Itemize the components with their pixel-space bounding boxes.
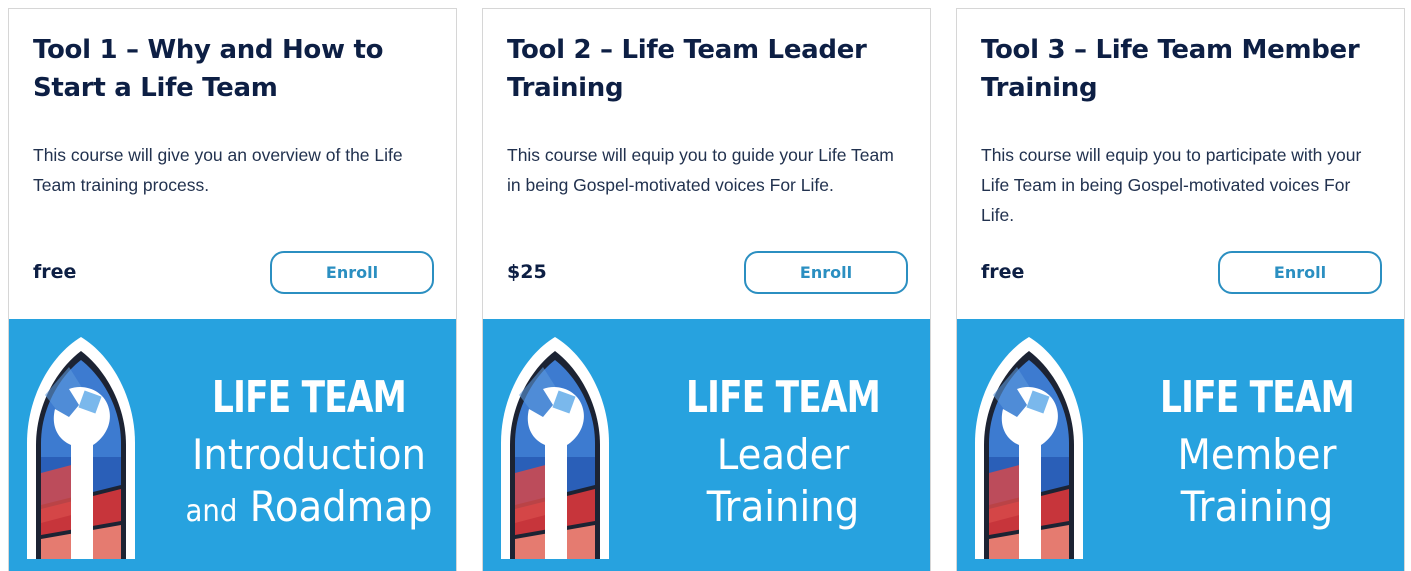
course-card-body: Tool 1 – Why and How to Start a Life Tea… bbox=[9, 9, 456, 319]
life-team-logo-icon bbox=[975, 337, 1083, 559]
course-description: This course will equip you to participat… bbox=[981, 145, 1362, 225]
course-card-body: Tool 3 – Life Team Member Training This … bbox=[957, 9, 1404, 319]
banner-subtitle-line-2: Training bbox=[1119, 481, 1395, 538]
enroll-button[interactable]: Enroll bbox=[744, 251, 908, 294]
enroll-button[interactable]: Enroll bbox=[1218, 251, 1382, 294]
course-banner-image: LIFE TEAM Leader Training bbox=[483, 319, 930, 571]
course-description: This course will give you an overview of… bbox=[33, 145, 403, 195]
life-team-logo-icon bbox=[501, 337, 609, 559]
course-banner-image: LIFE TEAM Introduction and Roadmap bbox=[9, 319, 456, 571]
course-price: $25 bbox=[507, 261, 547, 283]
enroll-button[interactable]: Enroll bbox=[270, 251, 434, 294]
course-description: This course will equip you to guide your… bbox=[507, 145, 894, 195]
banner-heading: LIFE TEAM bbox=[685, 372, 881, 423]
course-card: Tool 1 – Why and How to Start a Life Tea… bbox=[8, 8, 457, 571]
banner-subtitle-line-2: and Roadmap bbox=[171, 481, 447, 538]
course-price: free bbox=[33, 261, 77, 283]
banner-subtitle-spacer bbox=[237, 482, 249, 531]
banner-subtitle-line-1: Leader bbox=[716, 430, 850, 479]
course-title: Tool 2 – Life Team Leader Training bbox=[507, 35, 867, 103]
course-price: free bbox=[981, 261, 1025, 283]
course-card-body: Tool 2 – Life Team Leader Training This … bbox=[483, 9, 930, 319]
banner-heading: LIFE TEAM bbox=[211, 372, 407, 423]
course-title: Tool 1 – Why and How to Start a Life Tea… bbox=[33, 35, 384, 103]
banner-subtitle-line-1: Member bbox=[1177, 430, 1337, 479]
course-card: Tool 3 – Life Team Member Training This … bbox=[956, 8, 1405, 571]
course-banner-image: LIFE TEAM Member Training bbox=[957, 319, 1404, 571]
banner-subtitle-word: Roadmap bbox=[249, 482, 433, 531]
banner-subtitle-prefix: and bbox=[185, 494, 238, 529]
banner-heading: LIFE TEAM bbox=[1159, 372, 1355, 423]
banner-subtitle-word: Training bbox=[706, 482, 860, 531]
banner-subtitle-word: Training bbox=[1180, 482, 1334, 531]
course-title: Tool 3 – Life Team Member Training bbox=[981, 35, 1360, 103]
life-team-logo-icon bbox=[27, 337, 135, 559]
course-card: Tool 2 – Life Team Leader Training This … bbox=[482, 8, 931, 571]
banner-subtitle-line-1: Introduction bbox=[192, 430, 426, 479]
banner-subtitle-line-2: Training bbox=[645, 481, 921, 538]
